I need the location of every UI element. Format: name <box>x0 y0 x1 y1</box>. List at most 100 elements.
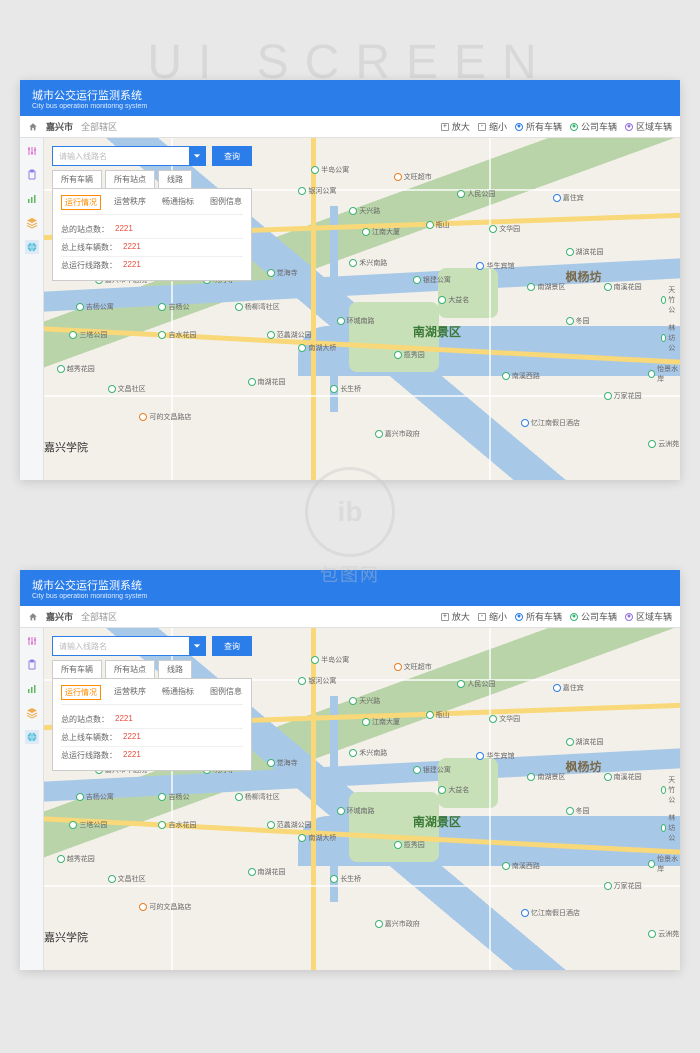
map-poi[interactable]: 环城南路 <box>337 316 375 326</box>
sidebar-clipboard-icon[interactable] <box>25 168 39 182</box>
map-poi[interactable]: 杨柳湾社区 <box>235 302 280 312</box>
map-poi[interactable]: 南溪花园 <box>604 772 642 782</box>
city-label[interactable]: 嘉兴市 <box>46 610 73 623</box>
map-poi[interactable]: 南湖景区 <box>527 282 565 292</box>
map-poi[interactable]: 长生桥 <box>330 384 361 394</box>
sub-tab-order[interactable]: 运营秩序 <box>111 195 149 210</box>
map-poi[interactable]: 范蠡湖公园 <box>267 820 312 830</box>
filter-tab-routes[interactable]: 线路 <box>158 660 192 678</box>
search-dropdown-icon[interactable] <box>189 147 205 165</box>
map-poi[interactable]: 南湖花园 <box>248 377 286 387</box>
map-poi[interactable]: 南湖花园 <box>248 867 286 877</box>
filter-tab-stations[interactable]: 所有站点 <box>105 170 155 188</box>
map-poi[interactable]: 南湖大桥 <box>298 343 336 353</box>
map-poi[interactable]: 三塔公园 <box>69 820 107 830</box>
map-poi[interactable]: 瓶山 <box>426 710 450 720</box>
map-poi[interactable]: 林坊公 <box>661 813 680 843</box>
map-poi[interactable]: 觉海寺 <box>267 268 298 278</box>
map-poi[interactable]: 万家花园 <box>604 391 642 401</box>
zoom-in-button[interactable]: +放大 <box>441 120 470 133</box>
filter-tab-vehicles[interactable]: 所有车辆 <box>52 660 102 678</box>
map-poi[interactable]: 吉杨公寓 <box>76 792 114 802</box>
map-poi[interactable]: 天竹公 <box>661 285 680 315</box>
zoom-in-button[interactable]: +放大 <box>441 610 470 623</box>
filter-tab-routes[interactable]: 线路 <box>158 170 192 188</box>
map-poi[interactable]: 冬园 <box>566 316 590 326</box>
map-poi[interactable]: 嘉兴市政府 <box>375 919 420 929</box>
map-poi[interactable]: 杨柳湾社区 <box>235 792 280 802</box>
map-poi[interactable]: 吉杨公寓 <box>76 302 114 312</box>
map-poi[interactable]: 江南大厦 <box>362 717 400 727</box>
map-poi[interactable]: 南湖大桥 <box>298 833 336 843</box>
map-poi[interactable]: 万家花园 <box>604 881 642 891</box>
map-poi[interactable]: 嘉住宾 <box>553 683 584 693</box>
map-poi[interactable]: 人民公园 <box>457 189 495 199</box>
region-label[interactable]: 全部辖区 <box>81 610 117 623</box>
map-poi[interactable]: 云洲苑 <box>648 439 679 449</box>
map-poi[interactable]: 文华园 <box>489 224 520 234</box>
map-poi[interactable]: 林坊公 <box>661 323 680 353</box>
map-poi[interactable]: 南溪西路 <box>502 371 540 381</box>
map-poi[interactable]: 越秀花园 <box>57 364 95 374</box>
map-poi[interactable]: 禾兴南路 <box>349 258 387 268</box>
sub-tab-order[interactable]: 运营秩序 <box>111 685 149 700</box>
map-poi[interactable]: 大益名 <box>438 785 469 795</box>
map-poi[interactable]: 揽秀园 <box>394 840 425 850</box>
map-poi[interactable]: 文昌社区 <box>108 384 146 394</box>
map-poi[interactable]: 忆江南假日酒店 <box>521 418 580 428</box>
map-area[interactable]: 枫杨坊 南湖景区 嘉兴学院 半岛公寓文旺超市人民公园嘉住宾银河公寓天兴路江南大厦… <box>44 628 680 970</box>
map-poi[interactable]: 天兴路 <box>349 206 380 216</box>
map-poi[interactable]: 吉水花园 <box>158 820 196 830</box>
map-poi[interactable]: 银建公寓 <box>413 275 451 285</box>
area-vehicles-toggle[interactable]: ●区域车辆 <box>625 610 672 623</box>
map-poi[interactable]: 忆江南假日酒店 <box>521 908 580 918</box>
map-poi[interactable]: 文华园 <box>489 714 520 724</box>
sub-tab-operation[interactable]: 运行情况 <box>61 685 101 700</box>
zoom-out-button[interactable]: -缩小 <box>478 120 507 133</box>
map-poi[interactable]: 嘉住宾 <box>553 193 584 203</box>
map-poi[interactable]: 怡景水岸 <box>648 364 680 384</box>
map-poi[interactable]: 半岛公寓 <box>311 655 349 665</box>
filter-tab-stations[interactable]: 所有站点 <box>105 660 155 678</box>
map-poi[interactable]: 越秀花园 <box>57 854 95 864</box>
search-input[interactable]: 请输入线路名 <box>52 636 206 656</box>
search-dropdown-icon[interactable] <box>189 637 205 655</box>
map-poi[interactable]: 云洲苑 <box>648 929 679 939</box>
home-icon[interactable] <box>28 122 38 132</box>
sub-tab-legend[interactable]: 图例信息 <box>207 195 245 210</box>
map-poi[interactable]: 银建公寓 <box>413 765 451 775</box>
search-input[interactable]: 请输入线路名 <box>52 146 206 166</box>
map-poi[interactable]: 可的文昌路店 <box>139 412 191 422</box>
map-poi[interactable]: 湖滨花园 <box>566 247 604 257</box>
map-poi[interactable]: 文旺超市 <box>394 662 432 672</box>
map-poi[interactable]: 南湖景区 <box>527 772 565 782</box>
company-vehicles-toggle[interactable]: ●公司车辆 <box>570 120 617 133</box>
search-button[interactable]: 查询 <box>212 636 252 656</box>
sidebar-clipboard-icon[interactable] <box>25 658 39 672</box>
map-poi[interactable]: 天兴路 <box>349 696 380 706</box>
sub-tab-operation[interactable]: 运行情况 <box>61 195 101 210</box>
sidebar-sliders-icon[interactable] <box>25 144 39 158</box>
map-poi[interactable]: 吉杨公 <box>158 792 189 802</box>
sub-tab-traffic[interactable]: 畅通指标 <box>159 685 197 700</box>
map-poi[interactable]: 华生宾馆 <box>476 261 514 271</box>
map-poi[interactable]: 人民公园 <box>457 679 495 689</box>
map-poi[interactable]: 南溪花园 <box>604 282 642 292</box>
city-label[interactable]: 嘉兴市 <box>46 120 73 133</box>
map-poi[interactable]: 银河公寓 <box>298 676 336 686</box>
map-poi[interactable]: 瓶山 <box>426 220 450 230</box>
area-vehicles-toggle[interactable]: ●区域车辆 <box>625 120 672 133</box>
map-poi[interactable]: 揽秀园 <box>394 350 425 360</box>
map-poi[interactable]: 华生宾馆 <box>476 751 514 761</box>
map-poi[interactable]: 半岛公寓 <box>311 165 349 175</box>
sidebar-layers-icon[interactable] <box>25 216 39 230</box>
map-poi[interactable]: 银河公寓 <box>298 186 336 196</box>
zoom-out-button[interactable]: -缩小 <box>478 610 507 623</box>
map-poi[interactable]: 吉水花园 <box>158 330 196 340</box>
all-vehicles-toggle[interactable]: ●所有车辆 <box>515 120 562 133</box>
map-poi[interactable]: 可的文昌路店 <box>139 902 191 912</box>
map-poi[interactable]: 长生桥 <box>330 874 361 884</box>
map-poi[interactable]: 嘉兴市政府 <box>375 429 420 439</box>
map-poi[interactable]: 觉海寺 <box>267 758 298 768</box>
map-poi[interactable]: 冬园 <box>566 806 590 816</box>
